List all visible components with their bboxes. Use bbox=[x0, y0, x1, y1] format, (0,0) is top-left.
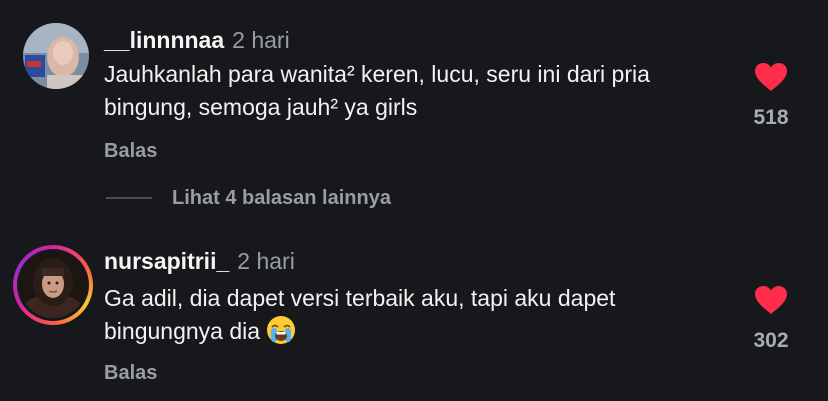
comment-meta: __linnnnaa 2 hari bbox=[104, 26, 290, 54]
username[interactable]: __linnnnaa bbox=[104, 27, 224, 53]
view-more-replies[interactable]: Lihat 4 balasan lainnya bbox=[106, 185, 391, 211]
like-block: 518 bbox=[738, 62, 804, 130]
comment-text: Jauhkanlah para wanita² keren, lucu, ser… bbox=[104, 61, 650, 120]
comment-meta: nursapitrii_ 2 hari bbox=[104, 247, 295, 275]
like-count: 518 bbox=[753, 106, 789, 129]
heart-icon[interactable] bbox=[754, 285, 788, 315]
reply-button[interactable]: Balas bbox=[104, 362, 157, 385]
reply-button[interactable]: Balas bbox=[104, 140, 157, 163]
comment-text-body: Ga adil, dia dapet versi terbaik aku, ta… bbox=[104, 285, 616, 344]
username[interactable]: nursapitrii_ bbox=[104, 248, 229, 274]
comments-screen: __linnnnaa 2 hari Jauhkanlah para wanita²… bbox=[0, 0, 828, 401]
view-more-replies-label: Lihat 4 balasan lainnya bbox=[172, 186, 391, 209]
timestamp: 2 hari bbox=[237, 248, 295, 274]
avatar[interactable] bbox=[20, 252, 86, 318]
heart-icon[interactable] bbox=[754, 62, 788, 92]
comment-text: Ga adil, dia dapet versi terbaik aku, ta… bbox=[104, 282, 724, 354]
loudly-crying-face-icon bbox=[266, 315, 296, 354]
like-count: 302 bbox=[753, 329, 789, 352]
story-ring[interactable] bbox=[13, 245, 93, 325]
timestamp: 2 hari bbox=[232, 27, 290, 53]
divider bbox=[106, 197, 152, 199]
avatar[interactable] bbox=[23, 23, 89, 89]
like-block: 302 bbox=[738, 285, 804, 353]
